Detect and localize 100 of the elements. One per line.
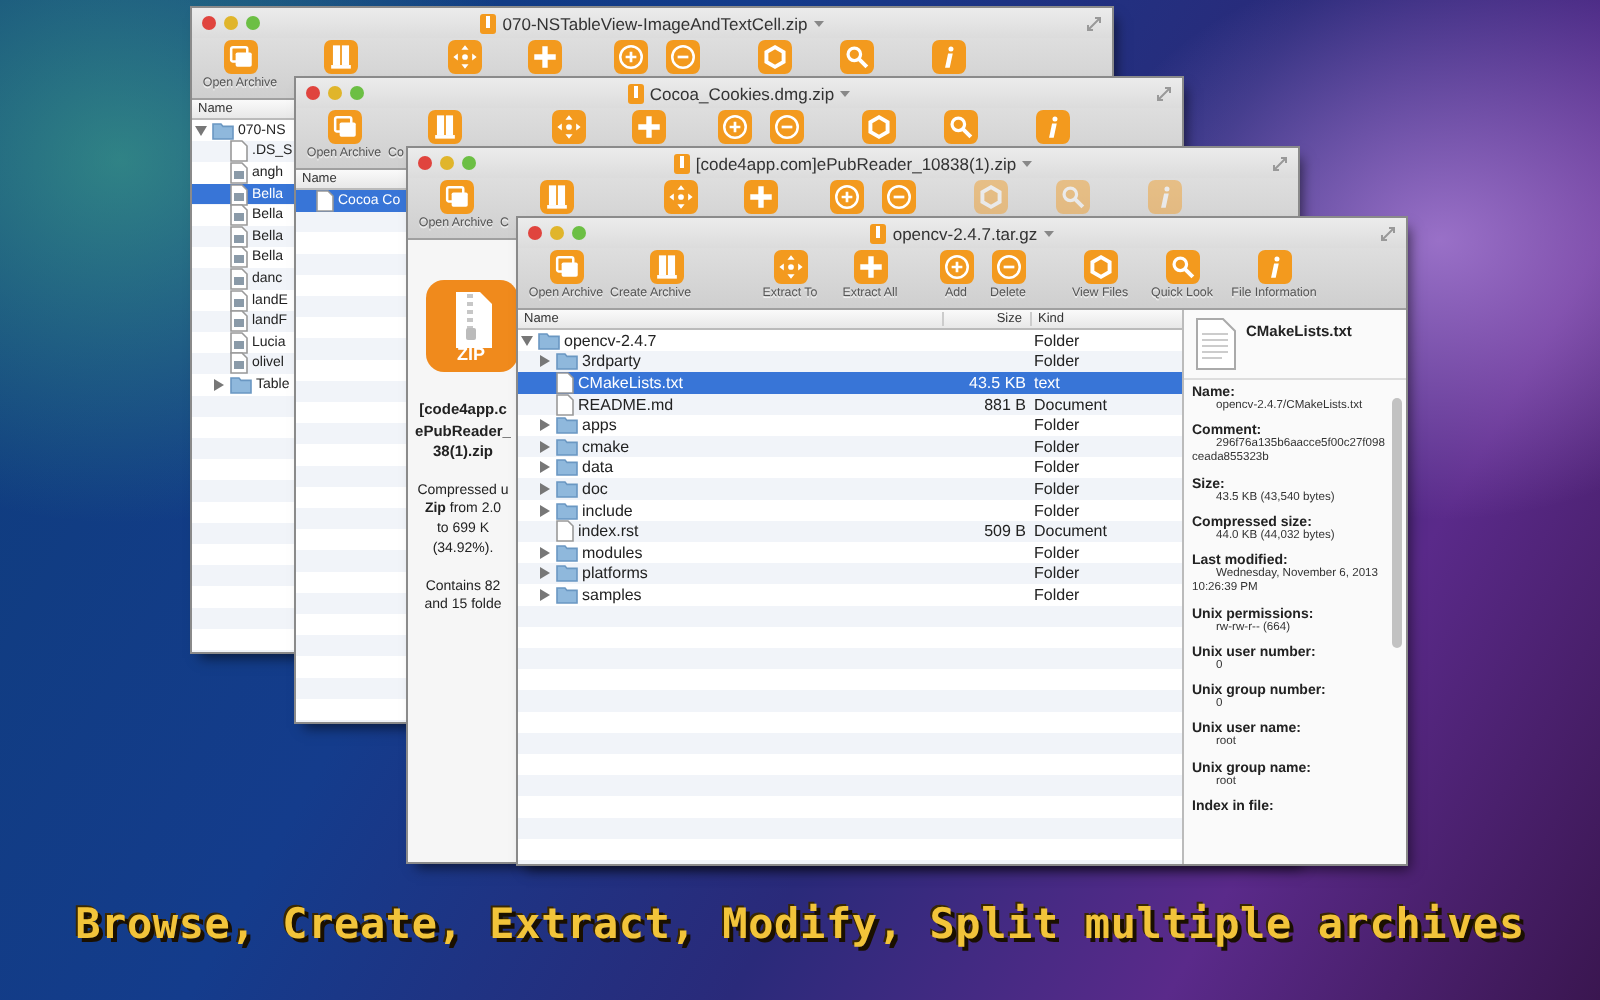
zoom-button[interactable] bbox=[572, 226, 586, 240]
toolbar-button[interactable] bbox=[881, 180, 915, 214]
toolbar-button[interactable] bbox=[931, 40, 965, 74]
minimize-button[interactable] bbox=[440, 156, 454, 170]
info-icon bbox=[1147, 180, 1181, 214]
file-kind: Folder bbox=[1032, 479, 1082, 498]
toolbar-button[interactable] bbox=[773, 250, 807, 284]
tree-row[interactable]: doc Folder bbox=[518, 478, 1182, 500]
archive-icon bbox=[870, 223, 887, 243]
toolbar-button[interactable] bbox=[428, 110, 462, 144]
disclosure-triangle-icon[interactable] bbox=[538, 439, 552, 454]
hexagon-icon bbox=[861, 110, 895, 144]
fullscreen-icon[interactable] bbox=[1086, 15, 1102, 31]
zoom-button[interactable] bbox=[246, 16, 260, 30]
toolbar-button[interactable] bbox=[943, 110, 977, 144]
toolbar-button[interactable] bbox=[327, 110, 361, 144]
disclosure-triangle-icon[interactable] bbox=[538, 503, 552, 518]
disclosure-triangle-icon[interactable] bbox=[538, 481, 552, 496]
close-button[interactable] bbox=[202, 16, 216, 30]
fullscreen-icon[interactable] bbox=[1156, 85, 1172, 101]
tree-row[interactable]: apps Folder bbox=[518, 414, 1182, 436]
toolbar-button[interactable] bbox=[839, 40, 873, 74]
file-kind: text bbox=[1032, 373, 1062, 392]
toolbar-button[interactable] bbox=[527, 40, 561, 74]
tree-row[interactable]: CMakeLists.txt 43.5 KB text bbox=[518, 372, 1182, 394]
document-icon bbox=[230, 140, 248, 163]
disclosure-triangle-icon[interactable] bbox=[212, 377, 226, 392]
disclosure-triangle-icon[interactable] bbox=[520, 333, 534, 348]
close-button[interactable] bbox=[306, 86, 320, 100]
tree-row[interactable]: modules Folder bbox=[518, 541, 1182, 564]
disclosure-triangle-icon[interactable] bbox=[538, 460, 552, 475]
close-button[interactable] bbox=[528, 226, 542, 240]
toolbar-button[interactable] bbox=[1257, 250, 1291, 284]
toolbar-button[interactable] bbox=[540, 180, 574, 214]
toolbar-button[interactable] bbox=[853, 250, 887, 284]
tree-row[interactable]: index.rst 509 B Document bbox=[518, 520, 1182, 542]
fullscreen-icon[interactable] bbox=[1272, 155, 1288, 171]
cross-icon bbox=[527, 40, 561, 74]
toolbar-button[interactable] bbox=[757, 40, 791, 74]
disclosure-triangle-icon[interactable] bbox=[538, 354, 552, 369]
four-arrows-icon bbox=[447, 40, 481, 74]
minimize-button[interactable] bbox=[224, 16, 238, 30]
folder-icon bbox=[556, 543, 578, 562]
disclosure-triangle-icon[interactable] bbox=[538, 587, 552, 602]
toolbar-button[interactable] bbox=[551, 110, 585, 144]
toolbar-button[interactable] bbox=[991, 250, 1025, 284]
book-icon bbox=[428, 110, 462, 144]
file-name: include bbox=[582, 501, 633, 520]
toolbar-button[interactable] bbox=[743, 180, 777, 214]
toolbar-button[interactable] bbox=[1035, 110, 1069, 144]
disclosure-triangle-icon[interactable] bbox=[538, 566, 552, 581]
zoom-button[interactable] bbox=[350, 86, 364, 100]
fullscreen-icon[interactable] bbox=[1380, 225, 1396, 241]
zoom-button[interactable] bbox=[462, 156, 476, 170]
hexagon-icon bbox=[1083, 250, 1117, 284]
disclosure-triangle-icon[interactable] bbox=[538, 418, 552, 433]
toolbar-button[interactable] bbox=[1083, 250, 1117, 284]
plus-circle-icon bbox=[613, 40, 647, 74]
minimize-button[interactable] bbox=[550, 226, 564, 240]
toolbar-button[interactable] bbox=[665, 40, 699, 74]
folder-icon bbox=[556, 416, 578, 435]
toolbar-button[interactable] bbox=[549, 250, 583, 284]
close-button[interactable] bbox=[418, 156, 432, 170]
document-icon bbox=[556, 520, 574, 543]
toolbar-button[interactable] bbox=[939, 250, 973, 284]
book-icon bbox=[650, 250, 684, 284]
minimize-button[interactable] bbox=[328, 86, 342, 100]
toolbar-button[interactable] bbox=[223, 40, 257, 74]
tree-row[interactable]: cmake Folder bbox=[518, 435, 1182, 458]
search-icon bbox=[1165, 250, 1199, 284]
toolbar-button[interactable] bbox=[613, 40, 647, 74]
tree-row[interactable]: 3rdparty Folder bbox=[518, 351, 1182, 373]
toolbar-button[interactable] bbox=[439, 180, 473, 214]
tree-row[interactable]: include Folder bbox=[518, 499, 1182, 521]
tree-row[interactable]: README.md 881 B Document bbox=[518, 393, 1182, 415]
toolbar-button[interactable] bbox=[663, 180, 697, 214]
toolbar-button[interactable] bbox=[324, 40, 358, 74]
caret-icon[interactable] bbox=[813, 19, 824, 27]
file-name: index.rst bbox=[578, 522, 639, 541]
tree-row[interactable]: data Folder bbox=[518, 457, 1182, 479]
image-file-icon bbox=[230, 331, 248, 354]
toolbar-button[interactable] bbox=[650, 250, 684, 284]
toolbar-button[interactable] bbox=[861, 110, 895, 144]
disclosure-triangle-icon[interactable] bbox=[194, 123, 208, 138]
toolbar-button[interactable] bbox=[631, 110, 665, 144]
image-file-icon bbox=[230, 289, 248, 312]
tree-row[interactable]: platforms Folder bbox=[518, 563, 1182, 585]
archive-icon bbox=[673, 153, 690, 173]
file-size: 43.5 KB bbox=[967, 373, 1028, 392]
toolbar-button[interactable] bbox=[447, 40, 481, 74]
tree-row[interactable]: opencv-2.4.7 Folder bbox=[518, 330, 1182, 352]
toolbar-button[interactable] bbox=[829, 180, 863, 214]
tree-row[interactable]: samples Folder bbox=[518, 584, 1182, 606]
scrollbar[interactable] bbox=[1392, 398, 1402, 648]
stacked-squares-icon bbox=[549, 250, 583, 284]
toolbar-button[interactable] bbox=[717, 110, 751, 144]
toolbar-button[interactable] bbox=[769, 110, 803, 144]
disclosure-triangle-icon[interactable] bbox=[538, 545, 552, 560]
toolbar-button[interactable] bbox=[1165, 250, 1199, 284]
file-size: 881 B bbox=[982, 395, 1028, 414]
